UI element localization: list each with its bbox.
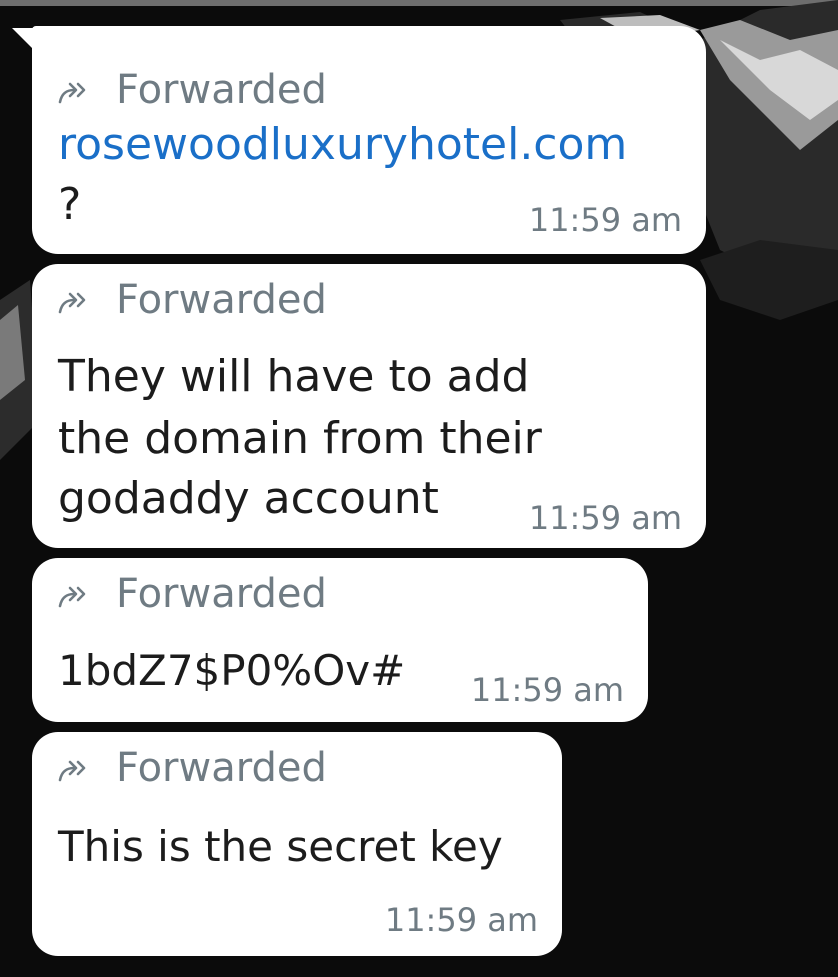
forwarded-label: Forwarded <box>58 66 327 114</box>
message-text: ? <box>58 179 82 230</box>
message-link[interactable]: rosewoodluxuryhotel.com <box>58 114 627 176</box>
message-time: 11:59 am <box>528 201 682 239</box>
forwarded-label: Forwarded <box>58 276 327 324</box>
message-time: 11:59 am <box>384 901 538 939</box>
message-text-line-1: They will have to add <box>58 351 530 402</box>
forward-icon <box>58 586 86 608</box>
message-bubble-2[interactable]: Forwarded They will have to add the doma… <box>32 264 706 548</box>
forward-icon <box>58 760 86 782</box>
message-text: This is the secret key <box>58 822 503 871</box>
forwarded-text: Forwarded <box>116 745 327 791</box>
bubble-tail <box>12 28 34 50</box>
forwarded-text: Forwarded <box>116 277 327 323</box>
message-time: 11:59 am <box>470 671 624 709</box>
forwarded-label: Forwarded <box>58 570 327 618</box>
message-bubble-1[interactable]: Forwarded rosewoodluxuryhotel.com ? 11:5… <box>32 26 706 254</box>
forwarded-label: Forwarded <box>58 744 327 792</box>
forwarded-text: Forwarded <box>116 571 327 617</box>
forward-icon <box>58 82 86 104</box>
message-text-line-2: the domain from their <box>58 413 542 464</box>
message-bubble-4[interactable]: Forwarded This is the secret key 11:59 a… <box>32 732 562 956</box>
message-text-line-3: godaddy account <box>58 473 439 524</box>
forwarded-text: Forwarded <box>116 67 327 113</box>
message-bubble-3[interactable]: Forwarded 1bdZ7$P0%Ov# 11:59 am <box>32 558 648 722</box>
forward-icon <box>58 292 86 314</box>
message-text: 1bdZ7$P0%Ov# <box>58 646 406 695</box>
message-time: 11:59 am <box>528 499 682 537</box>
